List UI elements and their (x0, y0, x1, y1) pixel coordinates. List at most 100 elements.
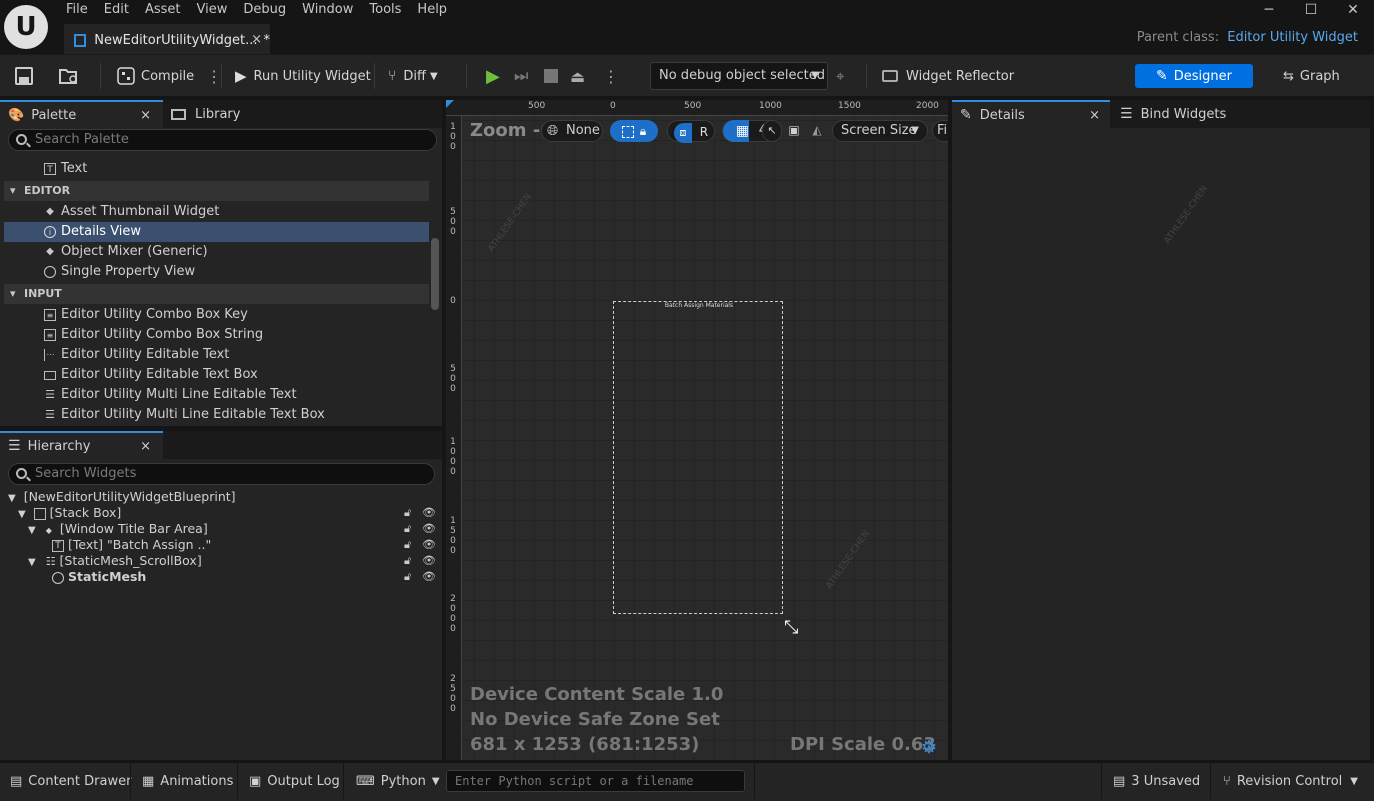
flip-icon[interactable]: ◭ (807, 120, 827, 142)
revision-control-dropdown[interactable]: ⑂ Revision Control ▼ (1223, 763, 1358, 799)
palette-item-single-property-view[interactable]: Single Property View (4, 262, 429, 282)
save-icon[interactable] (14, 55, 34, 97)
lock-icon[interactable]: 🔓︎ (404, 537, 411, 553)
resize-handle-icon[interactable]: ⤡ (784, 617, 798, 638)
chevron-down-icon: ▼ (911, 125, 919, 136)
close-palette-icon[interactable]: × (140, 108, 151, 123)
palette-item-text[interactable]: T Text (4, 159, 429, 179)
close-window-icon[interactable]: ✕ (1332, 0, 1374, 20)
diamond-icon: ◆ (45, 526, 52, 535)
localization-preview-button[interactable]: 🌐︎ None (541, 120, 603, 142)
pencil-icon: ✎ (1156, 68, 1168, 84)
palette-item-details-view[interactable]: i Details View (4, 222, 429, 242)
menu-tools[interactable]: Tools (361, 0, 409, 20)
screen-size-dropdown[interactable]: Screen Size ▼ (832, 120, 928, 142)
run-utility-widget-button[interactable]: ▶ Run Utility Widget (235, 55, 371, 97)
diff-button[interactable]: ⑂ Diff ▼ (388, 55, 438, 97)
palette-item-object-mixer[interactable]: ◆ Object Mixer (Generic) (4, 242, 429, 262)
widget-canvas-frame[interactable]: Batch Assign Materials (613, 301, 783, 614)
python-console-dropdown[interactable]: ⌨ Python ▼ (356, 763, 440, 799)
close-details-icon[interactable]: × (1089, 108, 1100, 123)
eye-icon[interactable]: 👁︎ (422, 569, 436, 585)
dpi-settings-gear-icon[interactable]: ⚙ (921, 737, 937, 758)
document-tab[interactable]: NewEditorUtilityWidget... * × (64, 24, 270, 54)
selection-lock-toggle[interactable]: 🔒︎ (610, 120, 658, 142)
eye-icon[interactable]: 👁︎ (422, 553, 436, 569)
expand-arrow-icon[interactable]: ▼ (28, 557, 36, 568)
minimize-icon[interactable]: ─ (1248, 0, 1290, 20)
debug-object-select[interactable]: No debug object selected ▼ (650, 62, 828, 90)
unreal-logo-icon[interactable]: U (4, 5, 48, 49)
output-log-label: Output Log (267, 773, 340, 789)
close-hierarchy-icon[interactable]: × (140, 439, 151, 454)
respect-locks-toggle[interactable]: ⧈ R (667, 120, 715, 143)
maximize-icon[interactable]: ☐ (1290, 0, 1332, 20)
close-tab-icon[interactable]: × (251, 32, 262, 47)
eye-icon[interactable]: 👁︎ (422, 521, 436, 537)
palette-item-combo-box-key[interactable]: ≡ Editor Utility Combo Box Key (4, 305, 429, 325)
menu-debug[interactable]: Debug (235, 0, 294, 20)
palette-scrollbar[interactable] (431, 238, 439, 310)
eye-icon[interactable]: 👁︎ (422, 537, 436, 553)
play-options-icon[interactable]: ⋮ (603, 55, 619, 97)
tree-node-window-title-bar-area[interactable]: ▼ ◆ [Window Title Bar Area] 🔓︎ 👁︎ (28, 521, 442, 537)
menu-asset[interactable]: Asset (137, 0, 189, 20)
palette-item-editable-text-box[interactable]: Editor Utility Editable Text Box (4, 365, 429, 385)
menu-window[interactable]: Window (294, 0, 361, 20)
lock-icon[interactable]: 🔓︎ (404, 505, 411, 521)
expand-arrow-icon[interactable]: ▼ (18, 509, 26, 520)
tree-node-static-mesh[interactable]: StaticMesh 🔓︎ 👁︎ (52, 569, 442, 585)
tab-bind-widgets[interactable]: ☰ Bind Widgets (1110, 100, 1370, 128)
palette-item-editable-text[interactable]: ⋯ Editor Utility Editable Text (4, 345, 429, 365)
tab-library[interactable]: Library (163, 100, 442, 128)
lock-icon[interactable]: 🔓︎ (404, 569, 411, 585)
browse-folder-icon[interactable] (58, 55, 80, 97)
list-icon: ☰ (1120, 106, 1133, 122)
palette-item-asset-thumbnail[interactable]: ◆ Asset Thumbnail Widget (4, 202, 429, 222)
expand-arrow-icon[interactable]: ▼ (8, 493, 16, 504)
palette-item-multi-line-text-box[interactable]: ☰ Editor Utility Multi Line Editable Tex… (4, 405, 429, 425)
lock-icon[interactable]: 🔓︎ (404, 553, 411, 569)
menu-help[interactable]: Help (409, 0, 455, 20)
fill-screen-dropdown[interactable]: Fil (932, 120, 948, 142)
python-command-input[interactable]: Enter Python script or a filename (446, 770, 745, 792)
debug-pick-icon[interactable]: ⌖ (836, 55, 844, 97)
eject-button[interactable]: ⏏ (570, 55, 585, 97)
palette-item-multi-line-text[interactable]: ☰ Editor Utility Multi Line Editable Tex… (4, 385, 429, 405)
eye-icon[interactable]: 👁︎ (422, 505, 436, 521)
tree-node-text[interactable]: T [Text] "Batch Assign .." 🔓︎ 👁︎ (52, 537, 442, 553)
simulate-play-button[interactable]: ▶ (486, 55, 500, 97)
menu-file[interactable]: File (58, 0, 96, 20)
tab-details[interactable]: ✎ Details × (952, 100, 1110, 128)
palette-item-label: Editor Utility Multi Line Editable Text … (61, 407, 325, 422)
palette-item-combo-box-string[interactable]: ≡ Editor Utility Combo Box String (4, 325, 429, 345)
menu-view[interactable]: View (189, 0, 236, 20)
animations-button[interactable]: ▦ Animations (142, 763, 233, 799)
content-drawer-button[interactable]: ▤ Content Drawer (10, 763, 131, 799)
tab-palette[interactable]: 🎨 Palette × (0, 100, 163, 128)
tree-node-stack-box[interactable]: ▼ [Stack Box] 🔓︎ 👁︎ (18, 505, 442, 521)
parent-class-link[interactable]: Editor Utility Widget (1227, 30, 1358, 45)
designer-mode-button[interactable]: ✎ Designer (1135, 64, 1253, 88)
hierarchy-search-input[interactable]: Search Widgets (8, 463, 435, 485)
tree-node-root[interactable]: ▼ [NewEditorUtilityWidgetBlueprint] (8, 489, 236, 505)
output-log-button[interactable]: ▣ Output Log (249, 763, 340, 799)
unsaved-assets-button[interactable]: ▤ 3 Unsaved (1113, 763, 1200, 799)
lock-icon[interactable]: 🔓︎ (404, 521, 411, 537)
compile-options-icon[interactable]: ⋮ (206, 67, 222, 86)
cursor-icon[interactable]: ↖ (762, 120, 782, 142)
compile-button[interactable]: Compile ⋮ (116, 55, 222, 97)
tab-hierarchy[interactable]: ☰ Hierarchy × (0, 431, 163, 459)
image-icon[interactable]: ▣ (784, 120, 804, 142)
graph-mode-button[interactable]: ⇆ Graph (1283, 55, 1340, 97)
widget-reflector-button[interactable]: Widget Reflector (882, 55, 1014, 97)
parent-class: Parent class: Editor Utility Widget (1137, 30, 1358, 45)
category-input[interactable]: INPUT (4, 284, 429, 304)
designer-viewport[interactable]: 500 0 500 1000 1500 2000 100 500 0 500 1… (446, 100, 948, 760)
category-editor[interactable]: EDITOR (4, 181, 429, 201)
expand-arrow-icon[interactable]: ▼ (28, 525, 36, 536)
palette-search-input[interactable]: Search Palette (8, 129, 437, 151)
menu-edit[interactable]: Edit (96, 0, 137, 20)
python-label: Python (380, 773, 426, 789)
tree-node-scroll-box[interactable]: ▼ ☷ [StaticMesh_ScrollBox] 🔓︎ 👁︎ (28, 553, 442, 569)
